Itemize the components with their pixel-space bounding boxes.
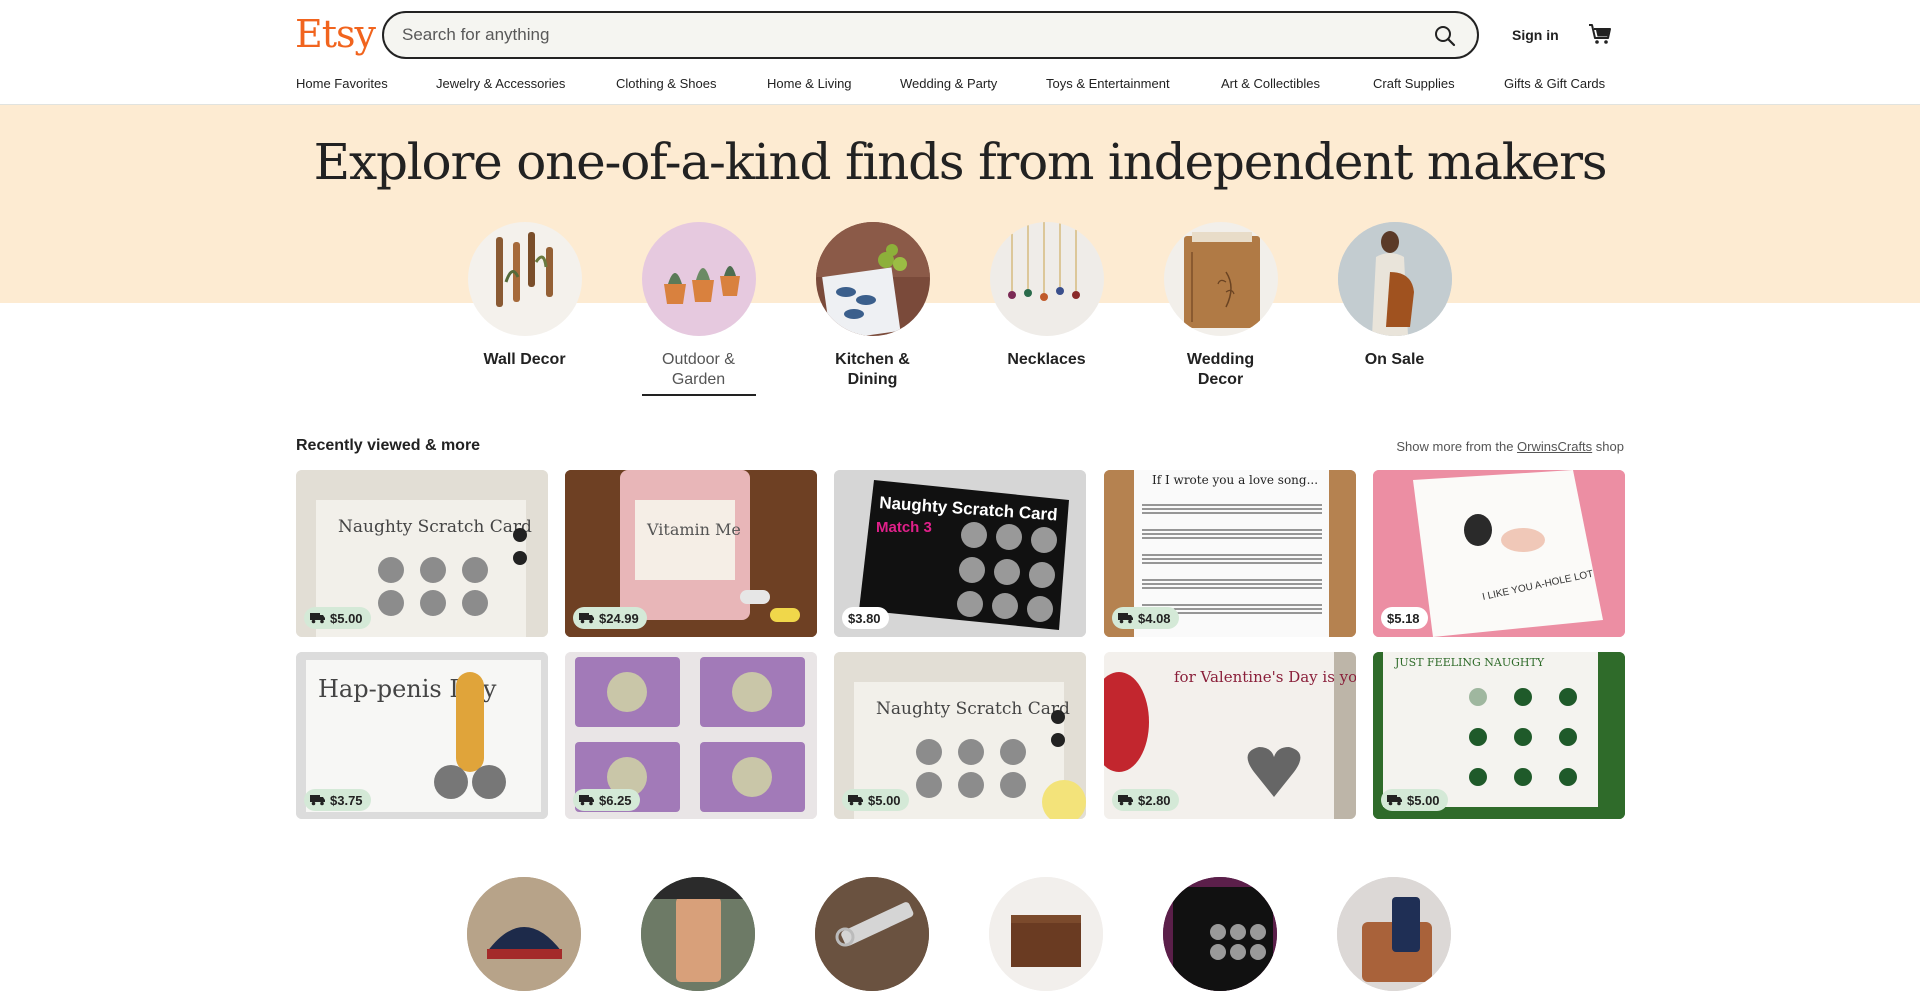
price: $5.18: [1387, 610, 1420, 626]
listing-card[interactable]: Naughty Scratch Card $5.00: [296, 470, 548, 637]
nav-toys-entertainment[interactable]: Toys & Entertainment: [1046, 76, 1221, 94]
active-category-underline: [641, 394, 756, 396]
hero-title: Explore one-of-a-kind finds from indepen…: [313, 133, 1608, 191]
price-badge: $5.00: [304, 607, 371, 629]
free-shipping-icon: [1118, 613, 1133, 624]
free-shipping-icon: [310, 795, 325, 806]
category-label: Outdoor & Garden: [662, 351, 735, 388]
free-shipping-icon: [848, 795, 863, 806]
cart-icon[interactable]: [1587, 21, 1613, 47]
etsy-logo[interactable]: Etsy: [295, 12, 376, 56]
nav-clothing-shoes[interactable]: Clothing & Shoes: [616, 76, 767, 94]
image-text: JUST FEELING NAUGHTY: [1394, 656, 1545, 669]
price-badge: $2.80: [1112, 789, 1179, 811]
free-shipping-icon: [1387, 795, 1402, 806]
price: $3.80: [848, 610, 881, 626]
image-text: for Valentine's Day is you...: [1174, 668, 1356, 686]
price-badge: $3.80: [842, 607, 889, 629]
image-text: Vitamin Me: [646, 520, 741, 539]
price-badge: $24.99: [573, 607, 647, 629]
recommendation-image: [1163, 877, 1277, 991]
price: $3.75: [330, 792, 363, 808]
search-bar[interactable]: [382, 11, 1479, 59]
recommendation-image: [989, 877, 1103, 991]
nav-home-favorites[interactable]: Home Favorites: [296, 76, 436, 94]
price: $6.25: [599, 792, 632, 808]
show-more-suffix: shop: [1595, 439, 1624, 454]
category-image: [467, 222, 582, 336]
recommendation-image: [1337, 877, 1451, 991]
search-input[interactable]: [402, 13, 1402, 57]
listing-card[interactable]: for Valentine's Day is you... $2.80: [1104, 652, 1356, 819]
listing-card[interactable]: Naughty Scratch Card Match 3 $3.80: [834, 470, 1086, 637]
nav-home-living[interactable]: Home & Living: [767, 76, 900, 94]
category-label: On Sale: [1364, 351, 1425, 368]
recently-viewed-title: Recently viewed & more: [296, 437, 481, 454]
free-shipping-icon: [579, 613, 594, 624]
category-image: [641, 222, 756, 336]
category-nav: Home Favorites Jewelry & Accessories Clo…: [296, 76, 1605, 94]
price-badge: $5.00: [1381, 789, 1448, 811]
category-image: [815, 222, 930, 336]
price: $5.00: [330, 610, 363, 626]
category-necklaces[interactable]: Necklaces: [959, 222, 1134, 370]
listing-card[interactable]: If I wrote you a love song... $4.08: [1104, 470, 1356, 637]
recommendation-circle[interactable]: [641, 877, 755, 991]
listing-card[interactable]: I LIKE YOU A-HOLE LOT $5.18: [1373, 470, 1625, 637]
recommendation-circle[interactable]: [815, 877, 929, 991]
price-badge: $6.25: [573, 789, 640, 811]
listing-card[interactable]: JUST FEELING NAUGHTY $5.00: [1373, 652, 1625, 819]
recommendation-circle[interactable]: [467, 877, 581, 991]
category-wedding-decor[interactable]: Wedding Decor: [1133, 222, 1308, 390]
recommendation-circle[interactable]: [1163, 877, 1277, 991]
image-text: Naughty Scratch Card: [876, 699, 1070, 719]
category-outdoor-garden[interactable]: Outdoor & Garden: [611, 222, 786, 396]
listing-card[interactable]: Naughty Scratch Card $5.00: [834, 652, 1086, 819]
price: $4.08: [1138, 610, 1171, 626]
price-badge: $3.75: [304, 789, 371, 811]
site-header: Etsy Sign in Home Favorites Jewelry & Ac…: [0, 0, 1920, 105]
free-shipping-icon: [579, 795, 594, 806]
recommendation-image: [641, 877, 755, 991]
free-shipping-icon: [310, 613, 325, 624]
recommendation-image: [467, 877, 581, 991]
shop-link[interactable]: OrwinsCrafts: [1517, 439, 1592, 454]
category-on-sale[interactable]: On Sale: [1307, 222, 1482, 370]
show-more-shop: Show more from the OrwinsCrafts shop: [1396, 439, 1624, 454]
category-label: Necklaces: [1007, 351, 1086, 368]
nav-craft-supplies[interactable]: Craft Supplies: [1373, 76, 1504, 94]
listing-card[interactable]: Vitamin Me $24.99: [565, 470, 817, 637]
category-image: [1337, 222, 1452, 336]
category-image: [1163, 222, 1278, 336]
free-shipping-icon: [1118, 795, 1133, 806]
sign-in-link[interactable]: Sign in: [1512, 27, 1559, 43]
category-kitchen-dining[interactable]: Kitchen & Dining: [785, 222, 960, 390]
price: $5.00: [1407, 792, 1440, 808]
price: $24.99: [599, 610, 639, 626]
nav-art-collectibles[interactable]: Art & Collectibles: [1221, 76, 1373, 94]
image-text: If I wrote you a love song...: [1152, 473, 1318, 487]
price-badge: $5.18: [1381, 607, 1428, 629]
category-label: Wedding Decor: [1186, 351, 1255, 388]
price: $5.00: [868, 792, 901, 808]
category-label: Wall Decor: [483, 351, 566, 368]
nav-wedding-party[interactable]: Wedding & Party: [900, 76, 1046, 94]
recommendation-circle[interactable]: [1337, 877, 1451, 991]
nav-gifts-gift-cards[interactable]: Gifts & Gift Cards: [1504, 76, 1605, 94]
recommendation-image: [815, 877, 929, 991]
recommendation-circle[interactable]: [989, 877, 1103, 991]
show-more-prefix: Show more from the: [1396, 439, 1514, 454]
price-badge: $5.00: [842, 789, 909, 811]
category-image: [989, 222, 1104, 336]
listing-card[interactable]: Hap-penis Day $3.75: [296, 652, 548, 819]
category-label: Kitchen & Dining: [835, 351, 910, 388]
search-icon[interactable]: [1433, 24, 1457, 48]
price: $2.80: [1138, 792, 1171, 808]
image-text-accent: Match 3: [876, 519, 932, 536]
nav-jewelry-accessories[interactable]: Jewelry & Accessories: [436, 76, 616, 94]
listing-card[interactable]: $6.25: [565, 652, 817, 819]
image-text: Naughty Scratch Card: [338, 517, 532, 537]
price-badge: $4.08: [1112, 607, 1179, 629]
category-wall-decor[interactable]: Wall Decor: [437, 222, 612, 370]
